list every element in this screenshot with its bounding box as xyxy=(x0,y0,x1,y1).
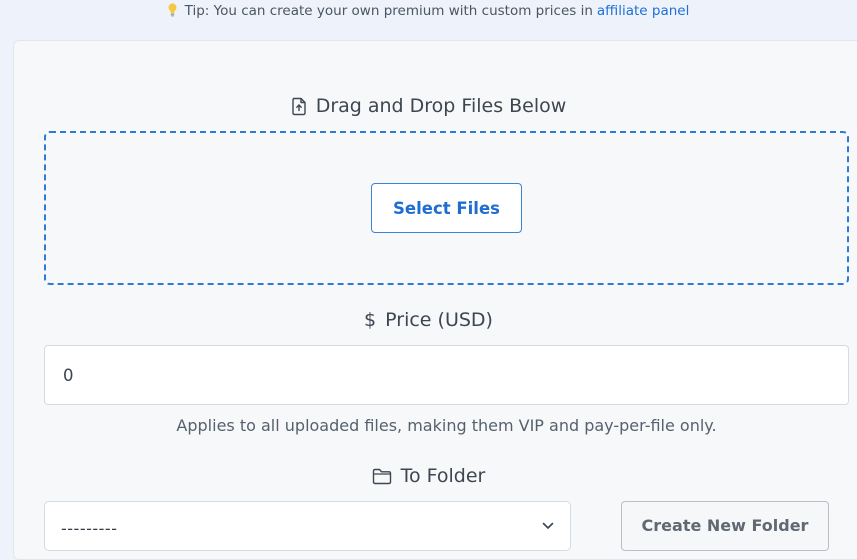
dollar-icon: $ xyxy=(364,309,377,331)
folder-heading: To Folder xyxy=(0,464,857,488)
chevron-down-icon xyxy=(542,522,554,529)
price-heading: $ Price (USD) xyxy=(0,308,857,332)
folder-heading-text: To Folder xyxy=(400,465,486,487)
drag-drop-heading: Drag and Drop Files Below xyxy=(0,94,857,118)
create-new-folder-button[interactable]: Create New Folder xyxy=(621,501,829,551)
tip-text: Tip: You can create your own premium wit… xyxy=(184,3,593,19)
price-help-text: Applies to all uploaded files, making th… xyxy=(176,416,717,435)
lightbulb-icon xyxy=(168,3,177,17)
file-upload-icon xyxy=(291,97,307,116)
drag-drop-heading-text: Drag and Drop Files Below xyxy=(315,95,567,117)
folder-select[interactable]: --------- xyxy=(44,501,571,551)
price-input[interactable] xyxy=(44,345,849,405)
price-heading-text: Price (USD) xyxy=(385,309,493,331)
select-files-button[interactable]: Select Files xyxy=(371,183,522,233)
folder-select-value: --------- xyxy=(61,518,118,538)
folder-icon xyxy=(372,468,392,485)
tip-bar: Tip: You can create your own premium wit… xyxy=(0,0,857,22)
affiliate-panel-link[interactable]: affiliate panel xyxy=(597,3,689,19)
